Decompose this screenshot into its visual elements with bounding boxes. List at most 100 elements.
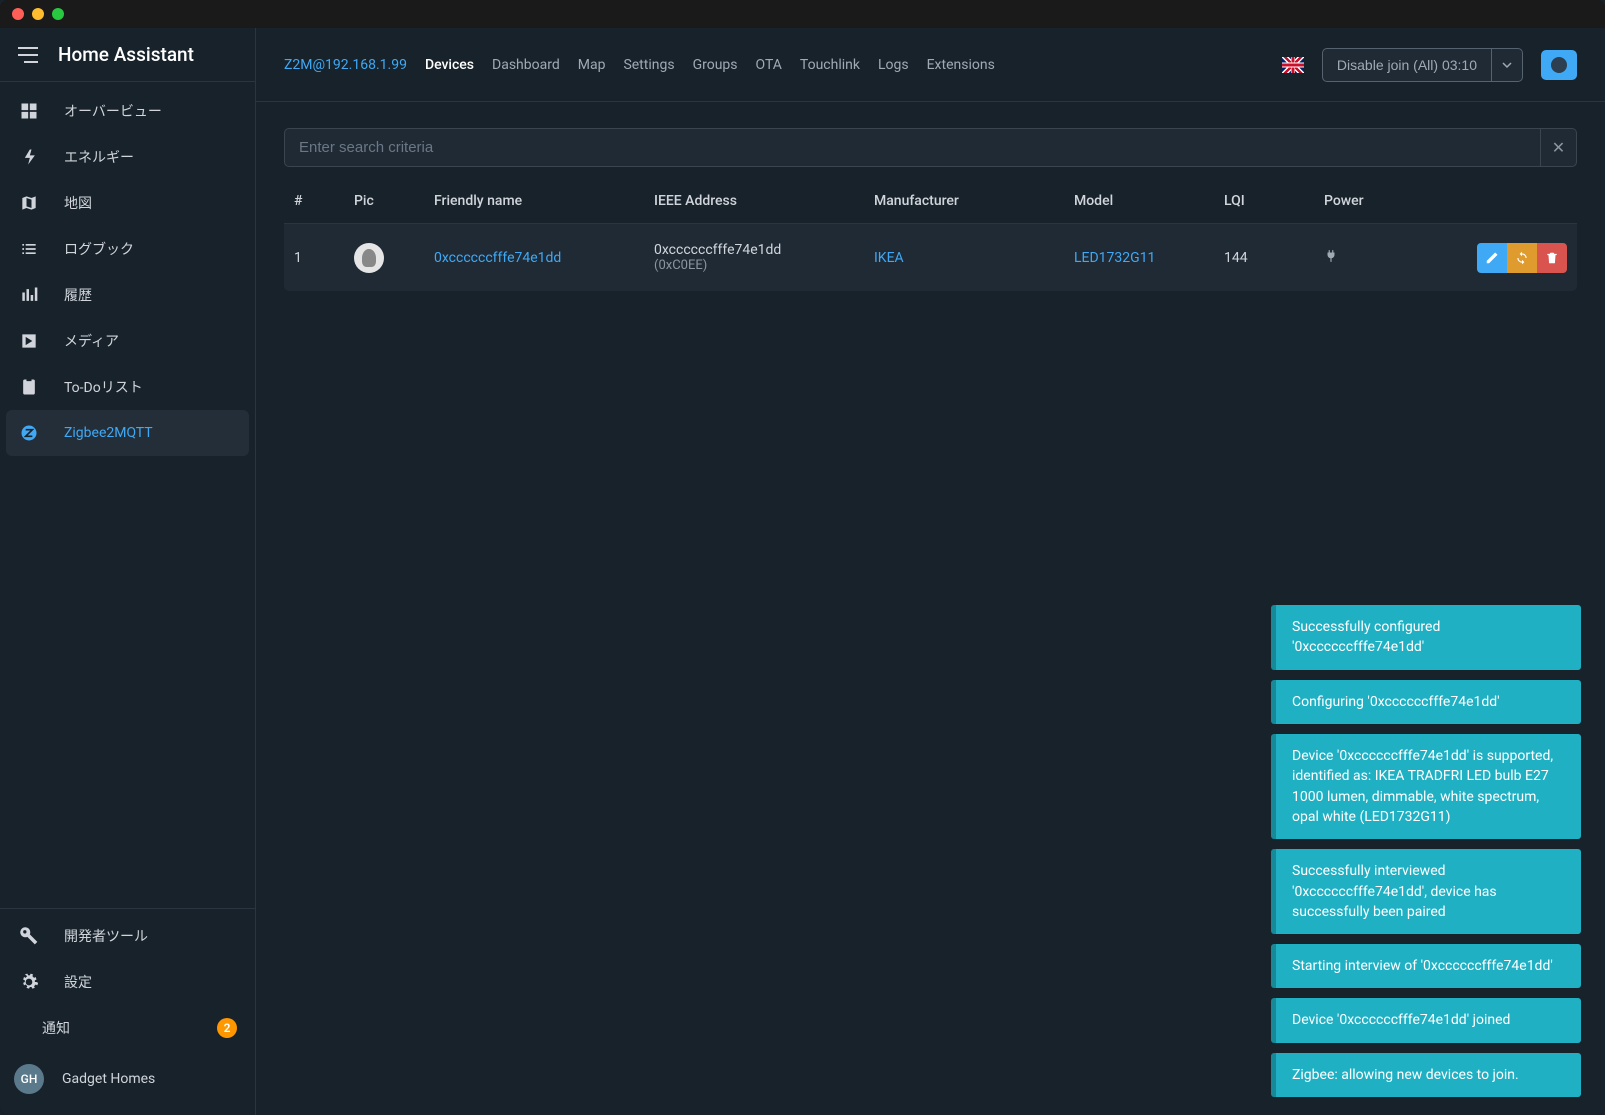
toast-container: Successfully configured '0xccccccfffe74e… bbox=[1271, 605, 1581, 1097]
sidebar-item-label: 通知 bbox=[42, 1018, 70, 1038]
cell-friendly-link[interactable]: 0xccccccfffe74e1dd bbox=[434, 250, 654, 266]
col-num[interactable]: # bbox=[294, 193, 354, 209]
z2m-host-link[interactable]: Z2M@192.168.1.99 bbox=[284, 57, 407, 73]
cell-ieee: 0xccccccfffe74e1dd (0xC0EE) bbox=[654, 242, 874, 273]
delete-button[interactable] bbox=[1537, 243, 1567, 273]
toast-message[interactable]: Zigbee: allowing new devices to join. bbox=[1271, 1053, 1581, 1097]
close-window-button[interactable] bbox=[12, 8, 24, 20]
sidebar-item-overview[interactable]: オーバービュー bbox=[0, 88, 255, 134]
col-lqi[interactable]: LQI bbox=[1224, 193, 1324, 209]
toast-message[interactable]: Configuring '0xccccccfffe74e1dd' bbox=[1271, 680, 1581, 724]
col-power[interactable]: Power bbox=[1324, 193, 1454, 209]
sidebar-item-label: 地図 bbox=[64, 193, 92, 213]
cell-num: 1 bbox=[294, 250, 354, 266]
sidebar-user[interactable]: GH Gadget Homes bbox=[0, 1051, 255, 1107]
sidebar-item-devtools[interactable]: 開発者ツール bbox=[0, 913, 255, 959]
sidebar-item-energy[interactable]: エネルギー bbox=[0, 134, 255, 180]
theme-toggle-button[interactable] bbox=[1541, 50, 1577, 80]
dashboard-icon bbox=[18, 100, 40, 122]
col-manufacturer[interactable]: Manufacturer bbox=[874, 193, 1074, 209]
app-body: Home Assistant オーバービュー エネルギー 地図 ログブック bbox=[0, 28, 1605, 1115]
chevron-down-icon bbox=[1502, 60, 1512, 70]
sidebar-header: Home Assistant bbox=[0, 28, 255, 82]
sidebar-item-settings[interactable]: 設定 bbox=[0, 959, 255, 1005]
topbar: Z2M@192.168.1.99 Devices Dashboard Map S… bbox=[256, 28, 1605, 102]
topbar-tabs: Devices Dashboard Map Settings Groups OT… bbox=[425, 57, 995, 73]
search-input[interactable] bbox=[284, 128, 1541, 167]
sidebar-item-todo[interactable]: To-Doリスト bbox=[0, 364, 255, 410]
sidebar-item-zigbee2mqtt[interactable]: Zigbee2MQTT bbox=[6, 410, 249, 456]
sidebar-item-label: オーバービュー bbox=[64, 101, 162, 121]
app-title: Home Assistant bbox=[58, 43, 194, 66]
tab-dashboard[interactable]: Dashboard bbox=[492, 57, 560, 73]
toast-message[interactable]: Device '0xccccccfffe74e1dd' is supported… bbox=[1271, 734, 1581, 839]
plug-icon bbox=[1324, 248, 1454, 268]
play-icon bbox=[18, 330, 40, 352]
sidebar: Home Assistant オーバービュー エネルギー 地図 ログブック bbox=[0, 28, 256, 1115]
cell-pic bbox=[354, 243, 434, 273]
sidebar-item-label: 設定 bbox=[64, 972, 92, 992]
sidebar-item-label: エネルギー bbox=[64, 147, 134, 167]
tab-devices[interactable]: Devices bbox=[425, 57, 474, 73]
search-row: ✕ bbox=[284, 128, 1577, 167]
user-name: Gadget Homes bbox=[62, 1071, 155, 1087]
cell-model-link[interactable]: LED1732G11 bbox=[1074, 250, 1224, 266]
search-clear-button[interactable]: ✕ bbox=[1541, 128, 1577, 167]
col-pic[interactable]: Pic bbox=[354, 193, 434, 209]
devices-table: # Pic Friendly name IEEE Address Manufac… bbox=[284, 179, 1577, 291]
avatar: GH bbox=[14, 1064, 44, 1094]
permit-join-button[interactable]: Disable join (All) 03:10 bbox=[1322, 48, 1492, 82]
sidebar-nav: オーバービュー エネルギー 地図 ログブック 履歴 bbox=[0, 82, 255, 908]
tab-settings[interactable]: Settings bbox=[623, 57, 674, 73]
col-ieee[interactable]: IEEE Address bbox=[654, 193, 874, 209]
titlebar bbox=[0, 0, 1605, 28]
clipboard-icon bbox=[18, 376, 40, 398]
sidebar-item-notifications[interactable]: 通知 2 bbox=[0, 1005, 255, 1051]
sidebar-bottom: 開発者ツール 設定 通知 2 GH Gadget Homes bbox=[0, 908, 255, 1115]
sidebar-item-label: 開発者ツール bbox=[64, 926, 148, 946]
zigbee-icon bbox=[18, 422, 40, 444]
toast-message[interactable]: Device '0xccccccfffe74e1dd' joined bbox=[1271, 998, 1581, 1042]
sidebar-item-label: メディア bbox=[64, 331, 119, 351]
maximize-window-button[interactable] bbox=[52, 8, 64, 20]
toast-message[interactable]: Successfully interviewed '0xccccccfffe74… bbox=[1271, 849, 1581, 934]
sync-icon bbox=[1515, 251, 1529, 265]
tab-extensions[interactable]: Extensions bbox=[927, 57, 995, 73]
trash-icon bbox=[1545, 251, 1559, 265]
sidebar-item-media[interactable]: メディア bbox=[0, 318, 255, 364]
sidebar-item-map[interactable]: 地図 bbox=[0, 180, 255, 226]
reconfigure-button[interactable] bbox=[1507, 243, 1537, 273]
bolt-icon bbox=[18, 146, 40, 168]
sidebar-item-logbook[interactable]: ログブック bbox=[0, 226, 255, 272]
device-image bbox=[354, 243, 384, 273]
tab-logs[interactable]: Logs bbox=[878, 57, 909, 73]
tab-ota[interactable]: OTA bbox=[756, 57, 782, 73]
map-icon bbox=[18, 192, 40, 214]
app-window: Home Assistant オーバービュー エネルギー 地図 ログブック bbox=[0, 0, 1605, 1115]
sidebar-item-history[interactable]: 履歴 bbox=[0, 272, 255, 318]
moon-icon bbox=[1551, 57, 1567, 73]
sidebar-item-label: ログブック bbox=[64, 239, 134, 259]
ieee-short: (0xC0EE) bbox=[654, 258, 874, 273]
close-icon: ✕ bbox=[1552, 138, 1565, 158]
col-friendly[interactable]: Friendly name bbox=[434, 193, 654, 209]
toast-message[interactable]: Starting interview of '0xccccccfffe74e1d… bbox=[1271, 944, 1581, 988]
ieee-address: 0xccccccfffe74e1dd bbox=[654, 242, 874, 258]
tab-touchlink[interactable]: Touchlink bbox=[800, 57, 860, 73]
tab-groups[interactable]: Groups bbox=[693, 57, 738, 73]
menu-toggle-icon[interactable] bbox=[18, 47, 38, 63]
rename-button[interactable] bbox=[1477, 243, 1507, 273]
col-model[interactable]: Model bbox=[1074, 193, 1224, 209]
permit-join-dropdown[interactable] bbox=[1492, 48, 1523, 82]
language-flag-icon[interactable] bbox=[1282, 57, 1304, 73]
toast-message[interactable]: Successfully configured '0xccccccfffe74e… bbox=[1271, 605, 1581, 670]
cell-lqi: 144 bbox=[1224, 250, 1324, 266]
sidebar-item-label: To-Doリスト bbox=[64, 377, 143, 397]
minimize-window-button[interactable] bbox=[32, 8, 44, 20]
list-icon bbox=[18, 238, 40, 260]
table-header: # Pic Friendly name IEEE Address Manufac… bbox=[284, 179, 1577, 223]
actions-cell bbox=[1454, 243, 1567, 273]
cell-manufacturer-link[interactable]: IKEA bbox=[874, 250, 1074, 266]
sidebar-item-label: 履歴 bbox=[64, 285, 92, 305]
tab-map[interactable]: Map bbox=[578, 57, 606, 73]
